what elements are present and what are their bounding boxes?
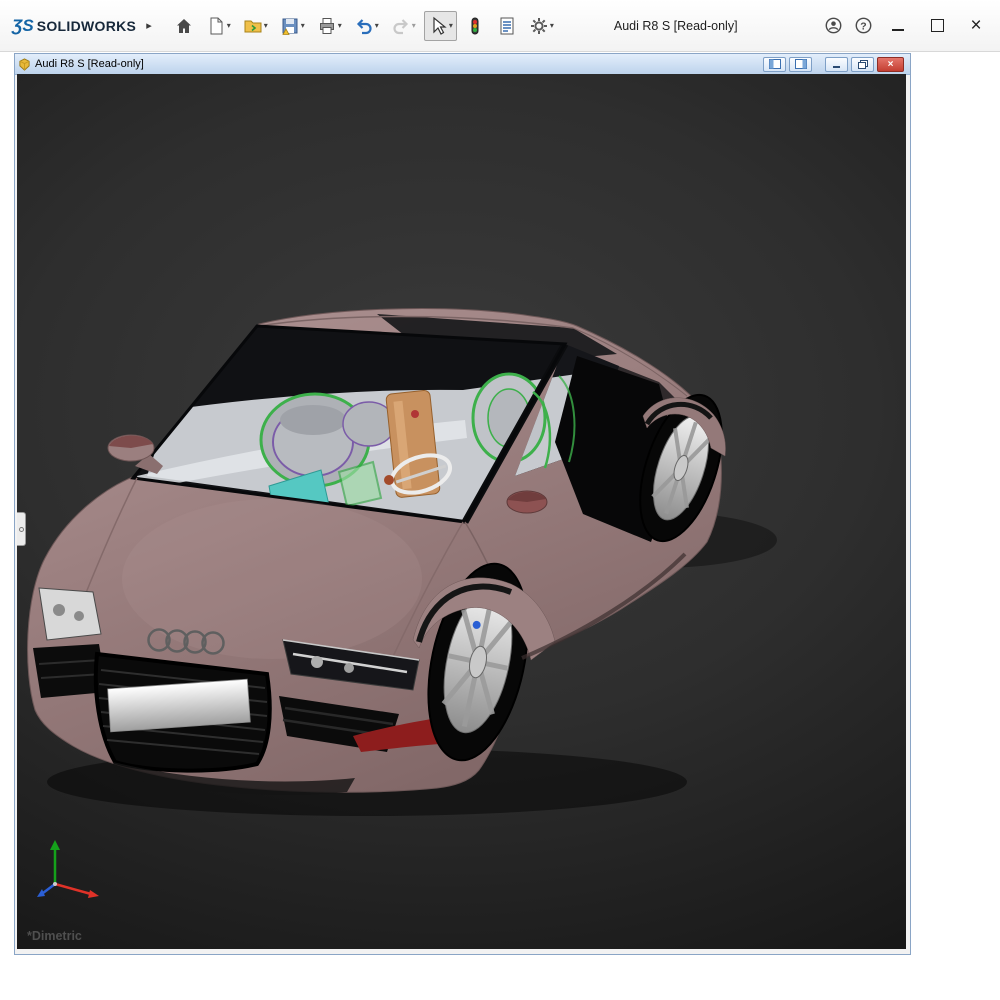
minimize-button[interactable] [884, 11, 912, 41]
file-properties-button[interactable] [493, 11, 521, 41]
y-axis-arrow[interactable] [50, 840, 60, 850]
undo-button[interactable]: ▾ [350, 11, 383, 41]
document-title: Audi R8 S [Read-only] [35, 58, 144, 70]
help-icon: ? [854, 16, 873, 35]
user-account-icon [824, 16, 843, 35]
dassault-3ds-logo-mark: ƷS [12, 16, 34, 36]
home-button[interactable] [170, 11, 198, 41]
rebuild-traffic-light-icon [465, 16, 485, 36]
pane-toggle-left-button[interactable] [763, 57, 786, 72]
print-icon [317, 16, 337, 36]
dropdown-arrow-icon[interactable]: ▾ [412, 22, 416, 30]
part-document-icon [18, 58, 31, 71]
right-mirror[interactable] [507, 491, 547, 513]
save-icon [280, 16, 300, 36]
panel-collapse-tab[interactable] [17, 512, 26, 546]
orientation-triad[interactable] [29, 832, 113, 904]
open-button[interactable]: ▾ [239, 11, 272, 41]
maximize-icon [931, 19, 944, 32]
select-cursor-icon [428, 16, 448, 36]
close-icon: × [970, 16, 981, 35]
license-plate[interactable] [108, 679, 251, 732]
select-tool-button[interactable]: ▾ [424, 11, 457, 41]
help-button[interactable]: ? [854, 16, 873, 35]
x-axis-arrow[interactable] [88, 890, 99, 898]
left-headlight[interactable] [39, 588, 101, 640]
pane-toggle-right-button[interactable] [789, 57, 812, 72]
maximize-button[interactable] [923, 11, 951, 41]
pane-toggle-right-icon [795, 59, 807, 69]
minimize-icon [892, 29, 904, 31]
restore-icon [858, 60, 868, 69]
dropdown-arrow-icon[interactable]: ▾ [550, 22, 554, 30]
solidworks-wordmark: SOLIDWORKS [37, 18, 136, 34]
close-icon: × [888, 59, 894, 70]
document-window: Audi R8 S [Read-only] × [14, 53, 911, 955]
view-orientation-label: *Dimetric [27, 929, 82, 943]
document-minimize-button[interactable] [825, 57, 848, 72]
file-properties-icon [497, 16, 517, 36]
redo-icon [391, 16, 411, 36]
svg-text:?: ? [860, 21, 866, 32]
document-titlebar[interactable]: Audi R8 S [Read-only] × [15, 54, 910, 75]
document-close-button[interactable]: × [877, 57, 904, 72]
dropdown-arrow-icon[interactable]: ▾ [338, 22, 342, 30]
new-document-button[interactable]: ▾ [202, 11, 235, 41]
document-restore-button[interactable] [851, 57, 874, 72]
save-button[interactable]: ▾ [276, 11, 309, 41]
print-button[interactable]: ▾ [313, 11, 346, 41]
collapse-handle-icon [19, 527, 24, 532]
user-account-button[interactable] [824, 16, 843, 35]
options-button[interactable]: ▾ [525, 11, 558, 41]
dropdown-arrow-icon[interactable]: ▾ [301, 22, 305, 30]
dropdown-arrow-icon[interactable]: ▾ [227, 22, 231, 30]
redo-button[interactable]: ▾ [387, 11, 420, 41]
minimize-icon [833, 66, 840, 68]
dropdown-arrow-icon[interactable]: ▾ [264, 22, 268, 30]
car-model-audi-r8[interactable] [17, 74, 906, 949]
window-title: Audi R8 S [Read-only] [614, 19, 738, 33]
dropdown-arrow-icon[interactable]: ▾ [375, 22, 379, 30]
rebuild-button[interactable] [461, 11, 489, 41]
expand-toolbar-chevron-icon[interactable]: ▸ [146, 19, 152, 32]
app-titlebar: ƷS SOLIDWORKS ▸ ▾ ▾ ▾ ▾ ▾ ▾ ▾ [0, 0, 1000, 52]
pane-toggle-left-icon [769, 59, 781, 69]
home-icon [174, 16, 194, 36]
new-document-icon [206, 16, 226, 36]
graphics-viewport[interactable]: *Dimetric [17, 74, 906, 949]
open-folder-icon [243, 16, 263, 36]
options-gear-icon [529, 16, 549, 36]
dropdown-arrow-icon[interactable]: ▾ [449, 22, 453, 30]
close-button[interactable]: × [962, 11, 990, 41]
undo-icon [354, 16, 374, 36]
solidworks-logo: ƷS SOLIDWORKS [12, 16, 136, 36]
